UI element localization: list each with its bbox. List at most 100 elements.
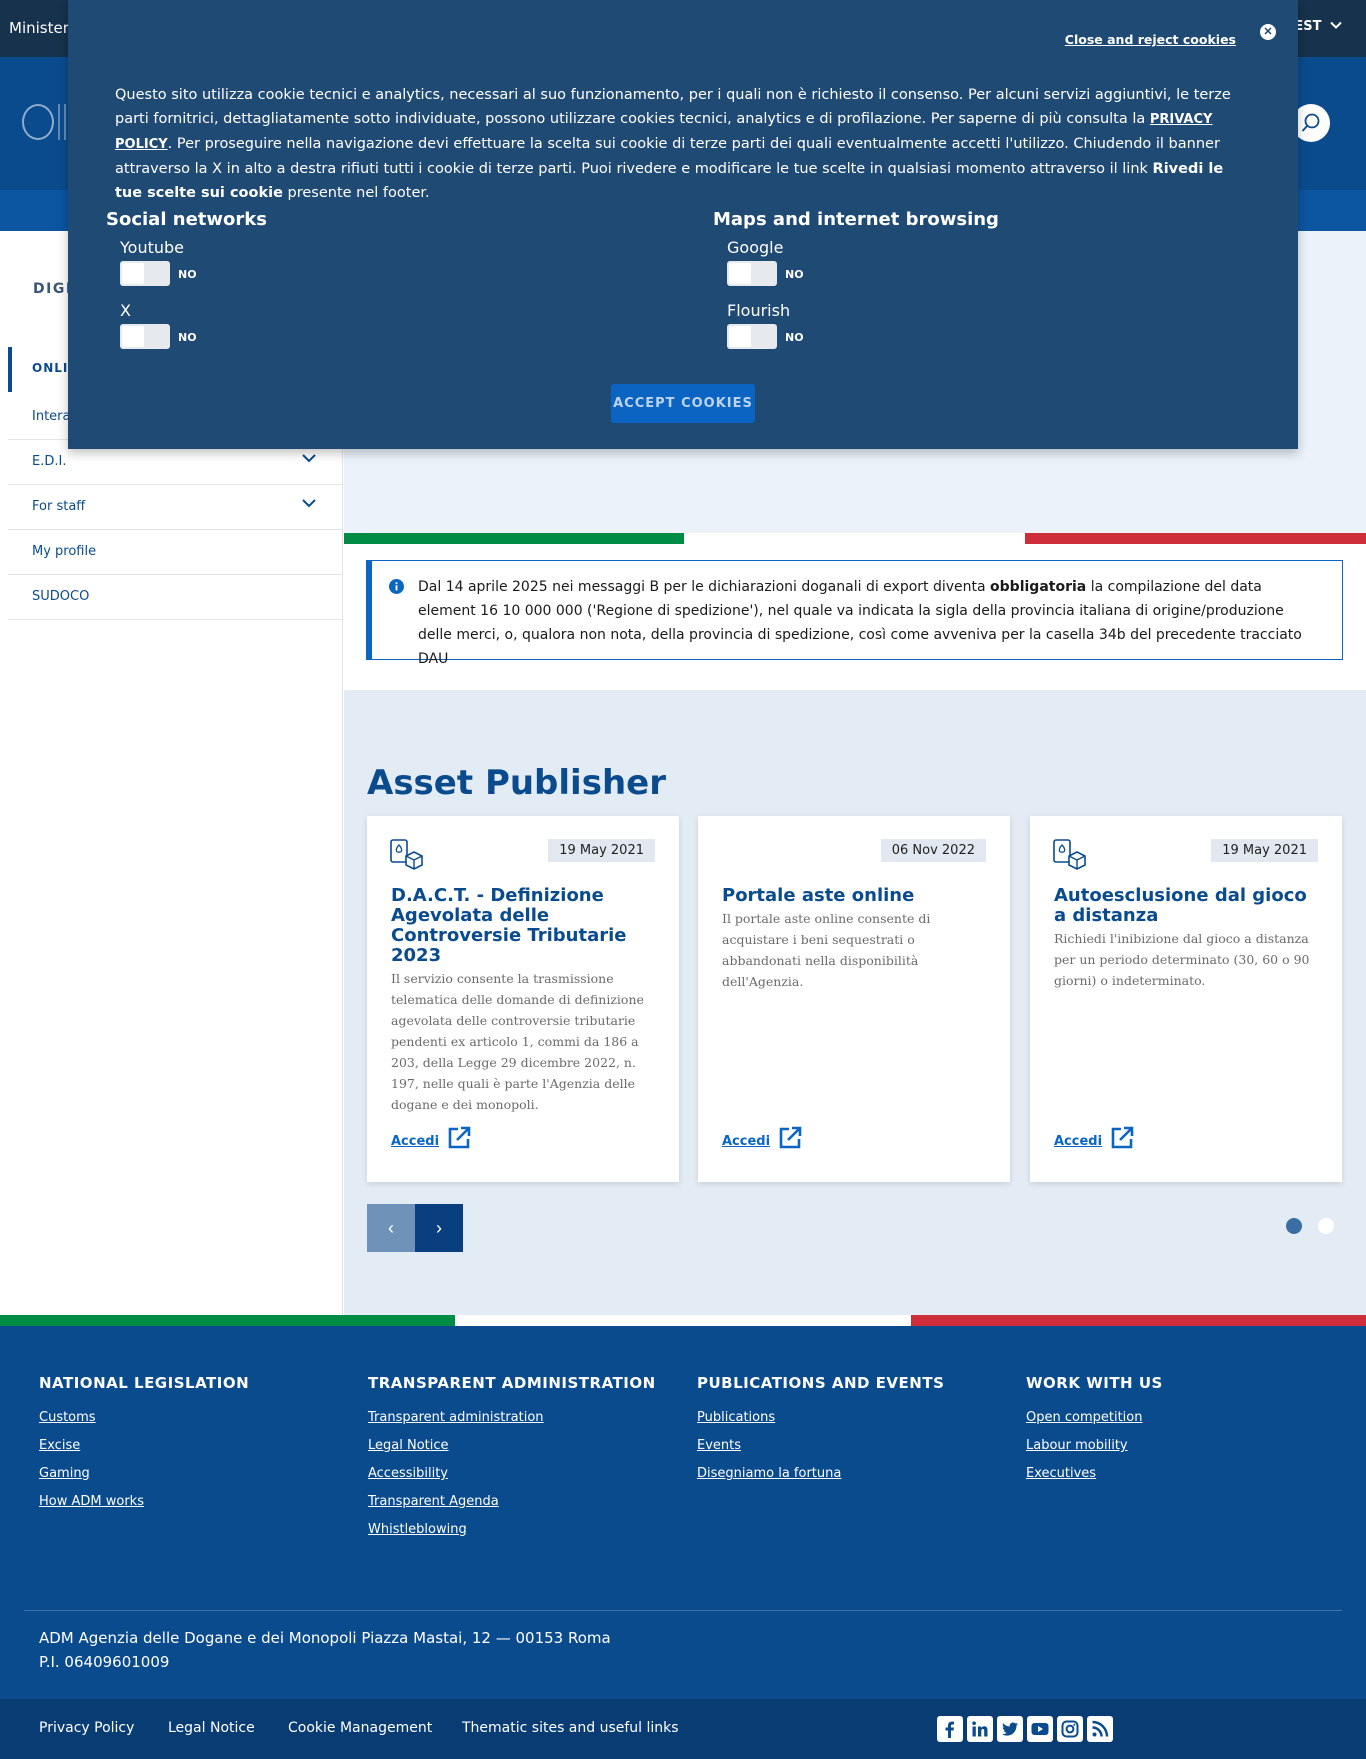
card-access-link[interactable]: Accedi [391,1134,439,1149]
cookie-text: . Per proseguire nella navigazione devi … [115,136,1220,177]
legal-notice-link[interactable]: Legal Notice [168,1720,255,1736]
accept-cookies-button[interactable]: ACCEPT COOKIES [611,384,755,423]
footer-link[interactable]: Events [697,1432,944,1460]
twitter-icon[interactable] [997,1716,1023,1742]
chevron-down-icon[interactable] [302,498,316,508]
cookie-item-x: X NO [120,301,267,350]
footer-link[interactable]: Customs [39,1404,249,1432]
asset-publisher-title: Asset Publisher [367,763,666,803]
italian-flag-stripe [0,1315,1366,1326]
cookie-management-link[interactable]: Cookie Management [288,1720,432,1736]
carousel-next-button[interactable]: › [415,1204,463,1252]
footer-link[interactable]: Labour mobility [1026,1432,1163,1460]
card-access-link[interactable]: Accedi [722,1134,770,1149]
language-selector[interactable]: EST [1294,19,1342,34]
sidebar-item-label: E.D.I. [32,454,67,469]
info-icon [389,579,404,594]
card-title[interactable]: Autoesclusione dal gioco a distanza Rich… [1054,886,1318,991]
address-line: ADM Agenzia delle Dogane e dei Monopoli … [39,1629,611,1647]
cookie-toggle-row: NO [120,261,267,287]
card-title-text: Portale aste online [722,885,915,906]
footer-column-transparent-administration: TRANSPARENT ADMINISTRATION Transparent a… [368,1374,656,1544]
footer-heading: WORK WITH US [1026,1374,1163,1392]
card-date: 06 Nov 2022 [880,839,986,862]
toggle-state: NO [785,268,804,281]
footer-heading: PUBLICATIONS AND EVENTS [697,1374,945,1392]
footer-link[interactable]: How ADM works [39,1488,249,1516]
footer-link[interactable]: Open competition [1026,1404,1163,1432]
footer-link[interactable]: Executives [1026,1460,1163,1488]
footer: NATIONAL LEGISLATION Customs Excise Gami… [0,1326,1366,1699]
card-title[interactable]: D.A.C.T. - Definizione Agevolata delle C… [391,886,655,1115]
cookie-item-google: Google NO [727,238,999,287]
footer-link[interactable]: Transparent administration [368,1404,656,1432]
youtube-toggle[interactable] [120,261,170,286]
footer-link[interactable]: Accessibility [368,1460,656,1488]
search-icon [1301,113,1320,132]
external-link-icon[interactable] [447,1126,471,1150]
footer-link[interactable]: Publications [697,1404,944,1432]
cookie-group-maps: Maps and internet browsing Google NO Flo… [713,209,999,364]
youtube-icon[interactable] [1027,1716,1053,1742]
footer-link[interactable]: Excise [39,1432,249,1460]
footer-link[interactable]: Disegniamo la fortuna [697,1460,944,1488]
external-link-icon[interactable] [1110,1126,1134,1150]
card-title-text: Autoesclusione dal gioco a distanza [1054,885,1307,926]
service-card: 19 May 2021 Autoesclusione dal gioco a d… [1030,816,1342,1182]
facebook-icon[interactable] [937,1716,963,1742]
footer-heading: TRANSPARENT ADMINISTRATION [368,1374,656,1392]
card-date: 19 May 2021 [1211,839,1318,862]
external-link-icon[interactable] [778,1126,802,1150]
footer-link[interactable]: Whistleblowing [368,1516,656,1544]
cookie-item-name: X [120,301,131,320]
flag-red [911,1315,1366,1326]
cookie-text: Questo sito utilizza cookie tecnici e an… [115,87,1231,127]
instagram-icon[interactable] [1057,1716,1083,1742]
thematic-sites-link[interactable]: Thematic sites and useful links [462,1720,679,1736]
chevron-down-icon [1330,21,1342,29]
toggle-state: NO [785,331,804,344]
footer-link[interactable]: Gaming [39,1460,249,1488]
close-reject-cookies-link[interactable]: Close and reject cookies [1065,32,1236,47]
sidebar-item-my-profile[interactable]: My profile [8,530,342,575]
sidebar-item-label: SUDOCO [32,589,90,604]
flag-green [344,533,684,544]
flourish-toggle[interactable] [727,324,777,349]
footer-link[interactable]: Legal Notice [368,1432,656,1460]
service-card: 06 Nov 2022 Portale aste online Il porta… [698,816,1010,1182]
sidebar-item-for-staff[interactable]: For staff [8,485,342,530]
republic-emblem-icon[interactable] [22,104,54,140]
footer-address: ADM Agenzia delle Dogane e dei Monopoli … [39,1626,611,1674]
sidebar-item-sudoco[interactable]: SUDOCO [8,575,342,620]
cookie-description: Questo sito utilizza cookie tecnici e an… [115,83,1235,205]
service-card: 19 May 2021 D.A.C.T. - Definizione Agevo… [367,816,679,1182]
carousel-dot-active[interactable] [1286,1218,1302,1234]
close-icon[interactable]: ✕ [1260,24,1276,40]
language-label: EST [1294,19,1322,34]
footer-link[interactable]: Transparent Agenda [368,1488,656,1516]
rss-icon[interactable] [1087,1716,1113,1742]
sidebar-item-label: My profile [32,544,97,559]
bottom-bar: Privacy Policy Legal Notice Cookie Manag… [0,1699,1366,1759]
google-toggle[interactable] [727,261,777,286]
card-access-link[interactable]: Accedi [1054,1134,1102,1149]
linkedin-icon[interactable] [967,1716,993,1742]
chevron-down-icon[interactable] [302,453,316,463]
carousel-prev-button[interactable]: ‹ [367,1204,415,1252]
notice-emphasis: obbligatoria [990,579,1087,595]
flag-green [0,1315,455,1326]
privacy-policy-link[interactable]: Privacy Policy [39,1720,134,1736]
cookie-item-name: Flourish [727,301,791,320]
carousel-dot[interactable] [1318,1218,1334,1234]
cookie-item-name: Google [727,238,784,257]
card-title[interactable]: Portale aste online Il portale aste onli… [722,886,986,992]
vat-number: P.I. 06409601009 [39,1653,170,1671]
footer-column-publications-events: PUBLICATIONS AND EVENTS Publications Eve… [697,1374,944,1488]
x-toggle[interactable] [120,324,170,349]
footer-heading: NATIONAL LEGISLATION [39,1374,250,1392]
cookie-toggle-row: NO [727,261,999,287]
notice-text: Dal 14 aprile 2025 nei messaggi B per le… [418,579,991,595]
info-notice: Dal 14 aprile 2025 nei messaggi B per le… [366,560,1343,667]
flag-red [1025,533,1366,544]
sidebar-item-label: Intera [32,409,71,424]
